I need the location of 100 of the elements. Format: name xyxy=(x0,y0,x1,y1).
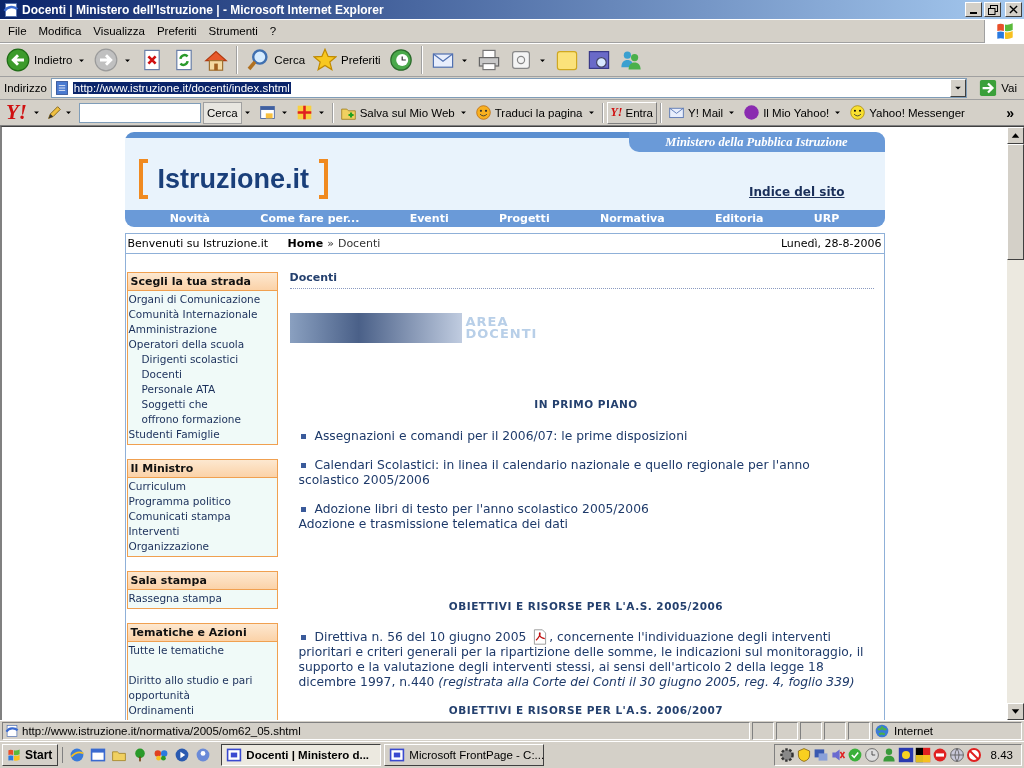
caret-icon[interactable] xyxy=(538,56,546,64)
caret-icon[interactable] xyxy=(460,56,468,64)
breadcrumb-separator: » xyxy=(327,237,334,250)
caret-icon[interactable] xyxy=(78,56,86,64)
caret-icon[interactable] xyxy=(459,109,467,116)
minimize-button[interactable] xyxy=(965,2,982,17)
caret-icon[interactable] xyxy=(728,109,736,116)
go-button[interactable]: Vai xyxy=(971,79,1021,97)
site-index-link[interactable]: Indice del sito xyxy=(749,185,845,199)
cross-icon xyxy=(295,104,313,121)
taskbar-button[interactable]: Microsoft FrontPage - C:... xyxy=(384,744,545,766)
scroll-thumb[interactable] xyxy=(1007,144,1024,260)
sidebar-link[interactable]: Comunicati stampa xyxy=(127,509,277,524)
close-button[interactable] xyxy=(1005,2,1022,17)
sidebar-link[interactable]: Ordinamenti xyxy=(127,703,277,718)
search-button[interactable]: Cerca xyxy=(203,101,242,124)
pdf-icon[interactable] xyxy=(532,629,549,645)
sidebar-link[interactable]: Comunità Internazionale xyxy=(127,307,277,322)
menu-item[interactable]: Modifica xyxy=(32,25,88,37)
yahoo-logo[interactable]: Y! xyxy=(4,100,31,125)
caret-icon[interactable] xyxy=(587,109,595,116)
sidebar-link[interactable]: Organizzazione xyxy=(127,539,277,554)
start-button[interactable]: Start xyxy=(2,744,59,766)
circle-icon[interactable] xyxy=(931,747,948,763)
news-link[interactable]: Assegnazioni e comandi per il 2006/07: le prime disposizioni xyxy=(314,429,688,444)
toolbar-button[interactable]: Y! Mail xyxy=(665,101,727,124)
up-arrow-icon[interactable] xyxy=(1007,127,1024,144)
date-text: Lunedì, 28-8-2006 xyxy=(780,237,882,250)
news-text: scolastico 2005/2006 xyxy=(298,473,431,488)
news-link[interactable]: Calendari Scolastici: in linea il calendario nazionale e quello regionale per l'anno xyxy=(314,458,810,473)
sidebar-link[interactable]: Interventi xyxy=(127,524,277,539)
bullet-icon xyxy=(300,634,306,640)
menu-item[interactable]: Preferiti xyxy=(150,25,203,37)
minimize-icon xyxy=(970,11,977,14)
back-button[interactable]: Indietro xyxy=(3,45,76,75)
sidebar-link[interactable]: Organi di Comunicazione xyxy=(127,292,277,307)
play-icon[interactable] xyxy=(174,747,191,763)
monitor-icon[interactable] xyxy=(812,747,829,763)
pencil-icon[interactable] xyxy=(45,103,63,122)
toolbar-button[interactable]: Traduci la pagina xyxy=(471,101,586,124)
favorites-button[interactable]: Preferiti xyxy=(310,45,384,75)
sidebar-link[interactable]: Rassegna stampa xyxy=(127,591,277,606)
caret-icon[interactable] xyxy=(124,56,132,64)
vertical-scrollbar[interactable] xyxy=(1007,127,1024,720)
globe-icon[interactable] xyxy=(69,747,86,763)
search-field[interactable] xyxy=(79,102,201,123)
sidebar-link[interactable]: Docenti xyxy=(127,367,246,382)
toolbar-button[interactable]: Yahoo! Messenger xyxy=(846,101,968,124)
caret-icon[interactable] xyxy=(243,109,251,116)
panel-title: Il Ministro xyxy=(127,460,277,478)
caret-icon[interactable] xyxy=(280,109,288,116)
sidebar-link[interactable]: Dirigenti scolastici xyxy=(127,352,246,367)
no-sign-icon[interactable] xyxy=(965,747,982,763)
down-arrow-icon[interactable] xyxy=(1007,703,1024,720)
bullet-icon xyxy=(300,507,306,512)
zone-label: Internet xyxy=(894,725,933,737)
sidebar-link[interactable]: Soggetti che offrono formazione xyxy=(127,397,246,427)
address-field[interactable]: http://www.istruzione.it/docenti/index.shtml xyxy=(50,78,968,98)
sidebar-link[interactable]: Diritto allo studio e pari opportunità xyxy=(127,673,277,703)
caret-icon[interactable] xyxy=(834,109,842,116)
welcome-text: Benvenuti su Istruzione.it xyxy=(127,237,270,250)
caret-icon[interactable] xyxy=(65,109,72,116)
check-icon[interactable] xyxy=(846,747,863,763)
note-icon xyxy=(554,48,579,72)
home-link[interactable]: Home xyxy=(287,237,324,250)
sidebar-link[interactable]: Operatori della scuola xyxy=(127,337,277,352)
sidebar-link[interactable]: Personale ATA xyxy=(127,382,246,397)
sidebar-link[interactable]: Studenti Famiglie xyxy=(127,427,277,442)
toolbar-button[interactable]: Salva sul Mio Web xyxy=(336,101,458,124)
clock-text: 8.43 xyxy=(990,749,1014,761)
news-link[interactable]: Adozione libri di testo per l'anno scolastico 2005/2006 xyxy=(314,502,649,517)
sidebar-link[interactable]: Programma politico xyxy=(127,494,277,509)
taskbar-button[interactable]: Docenti | Ministero d... xyxy=(221,744,382,766)
restore-button[interactable] xyxy=(984,2,1001,17)
globe-icon[interactable] xyxy=(948,747,965,763)
site-logo[interactable]: Istruzione.it xyxy=(138,159,328,199)
caret-icon[interactable] xyxy=(317,109,325,116)
caret-icon[interactable] xyxy=(33,109,40,116)
more-button[interactable]: » xyxy=(996,104,1024,121)
sidebar-link[interactable]: Tutte le tematiche xyxy=(127,643,277,658)
toolbar-button[interactable]: Y! Entra xyxy=(606,101,657,124)
speaker-icon[interactable] xyxy=(829,747,846,763)
menu-item[interactable]: Visualizza xyxy=(87,25,151,37)
gear-icon[interactable] xyxy=(778,747,795,763)
section-heading: OBIETTIVI E RISORSE PER L'A.S. 2006/2007 xyxy=(447,704,725,716)
news-link[interactable]: Direttiva n. 56 del 10 giugno 2005 xyxy=(314,629,527,645)
caret-icon[interactable] xyxy=(954,84,963,92)
window-title: Docenti | Ministero dell'Istruzione | - Microsoft Internet Explorer xyxy=(22,2,385,17)
sidebar-link[interactable]: Amministrazione xyxy=(127,322,277,337)
menu-item[interactable]: ? xyxy=(263,25,283,37)
clock-icon[interactable] xyxy=(863,747,880,763)
menu-item[interactable]: File xyxy=(2,25,33,37)
status-panel xyxy=(752,722,774,740)
panel-title: Tematiche e Azioni xyxy=(127,624,277,642)
toolbar-button[interactable]: Il Mio Yahoo! xyxy=(740,101,833,124)
window-icon[interactable] xyxy=(90,747,107,763)
sidebar-link[interactable]: Curriculum xyxy=(127,479,277,494)
search-button[interactable]: Cerca xyxy=(243,45,309,75)
menu-item[interactable]: Strumenti xyxy=(202,25,264,37)
flag-icon[interactable] xyxy=(914,747,931,763)
